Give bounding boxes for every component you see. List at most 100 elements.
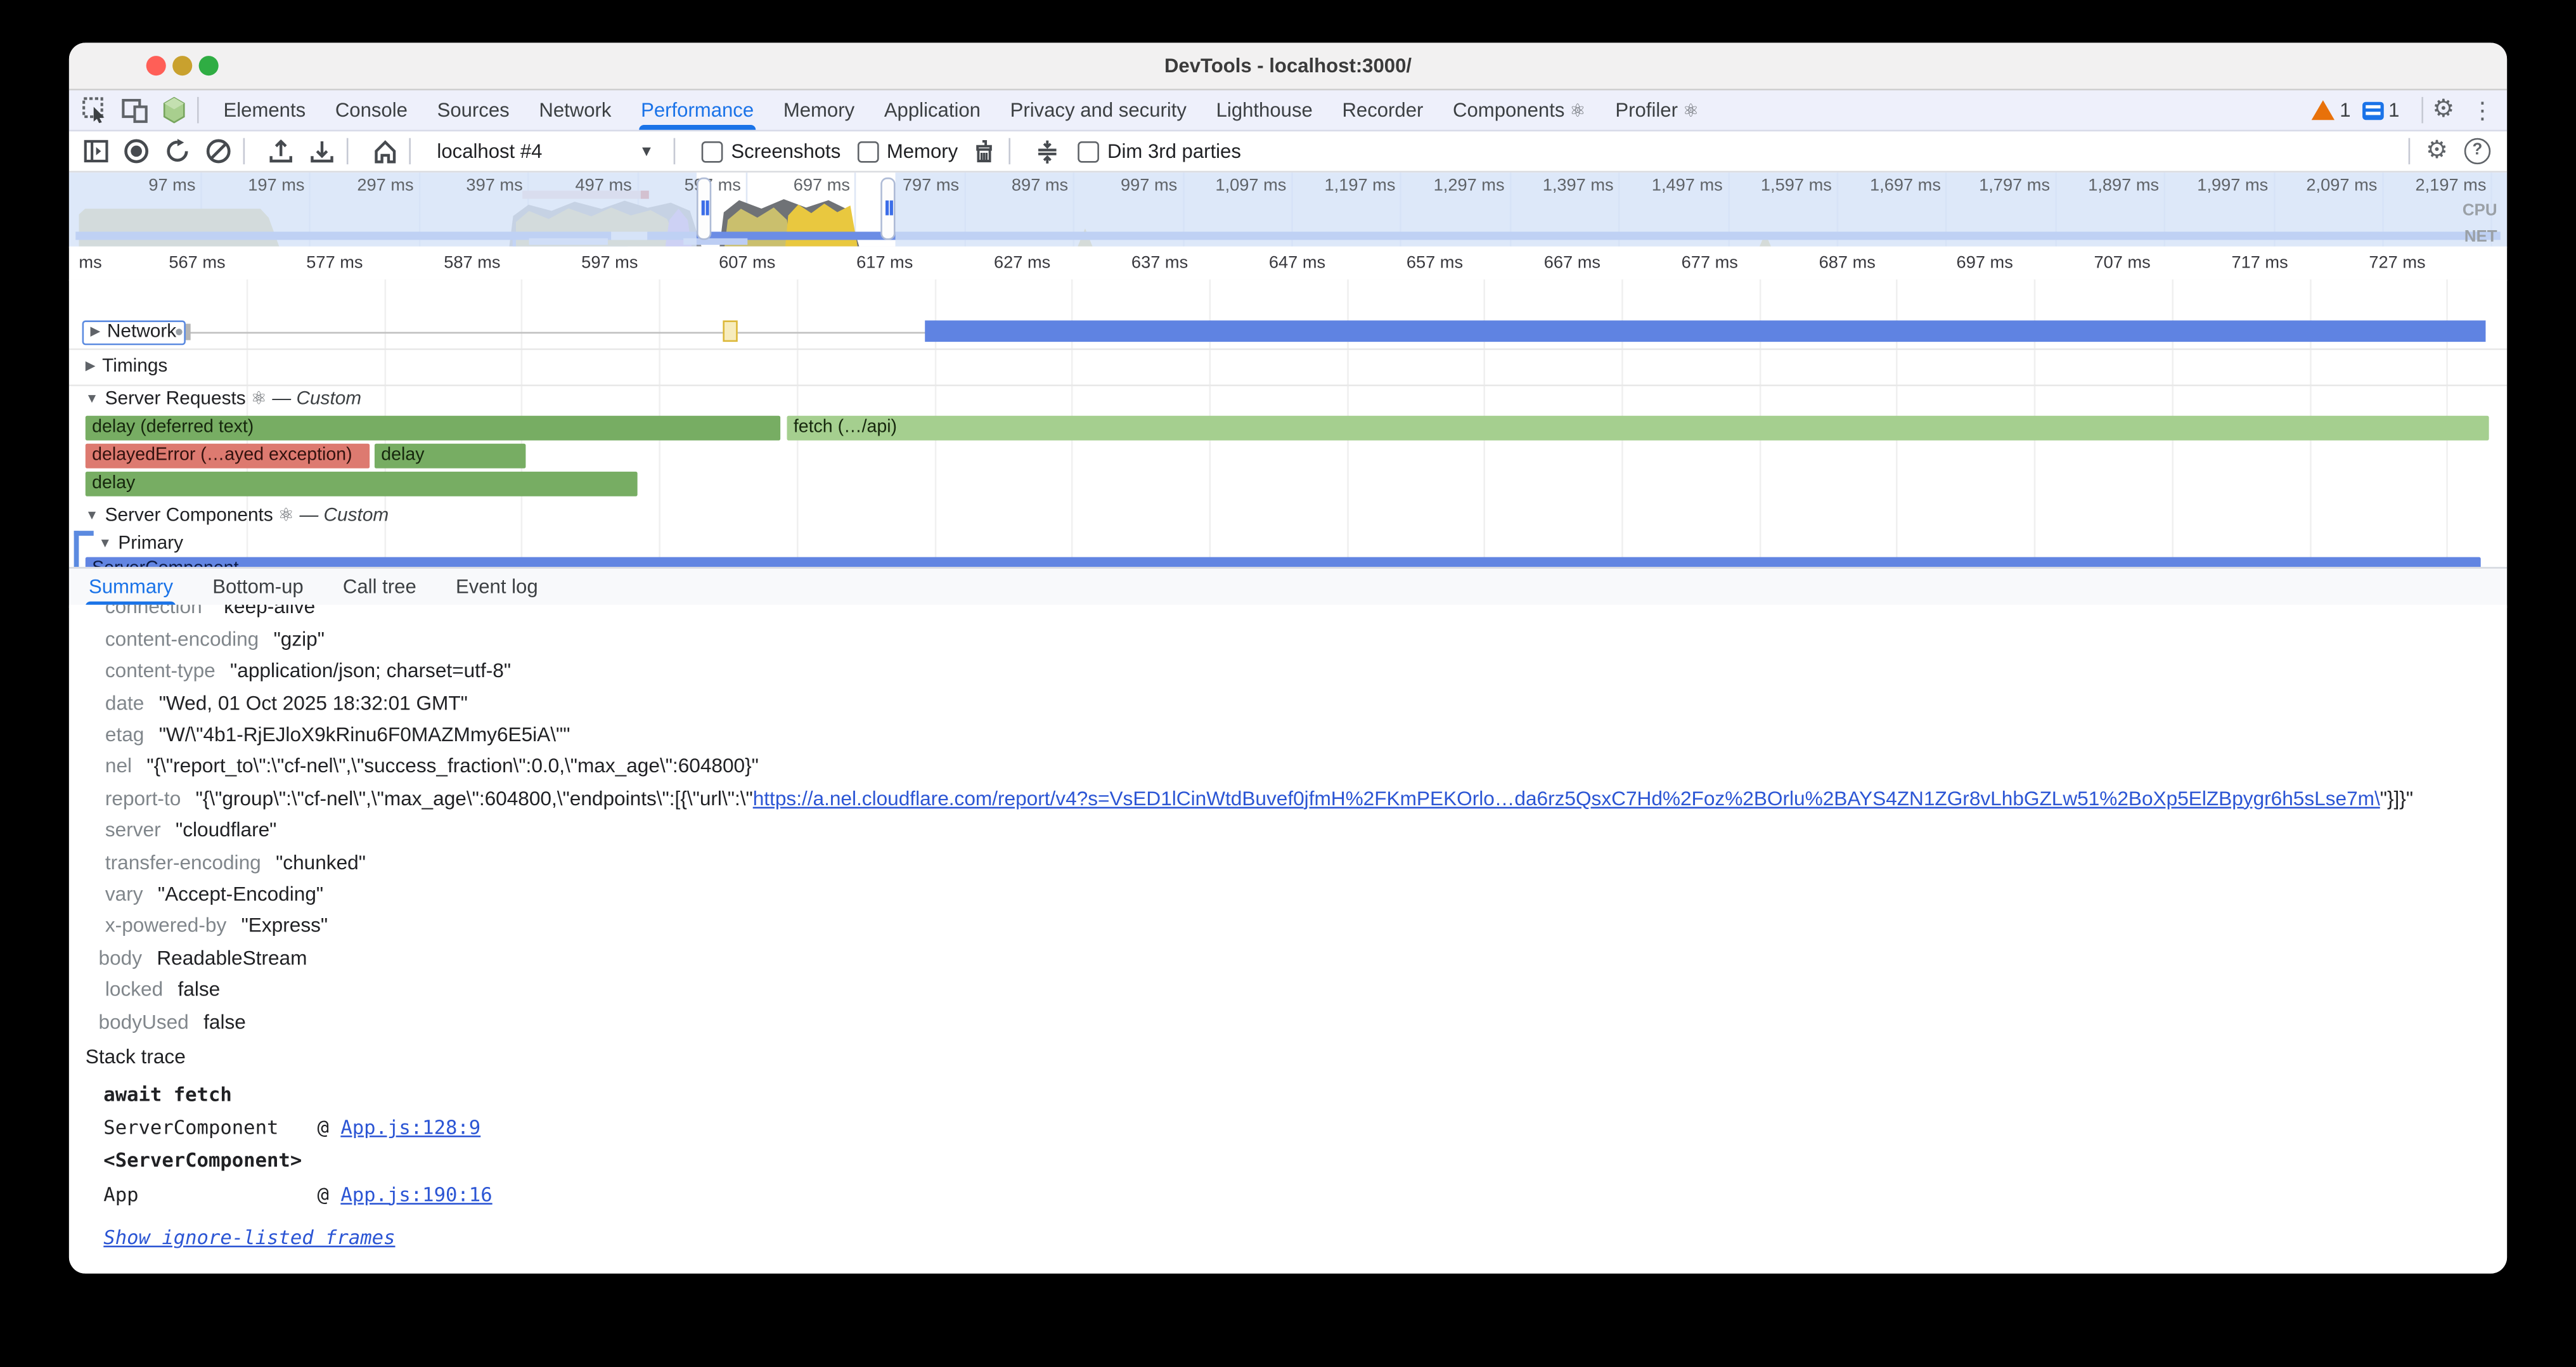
record-button[interactable]: [122, 138, 151, 164]
toggle-sidebar-icon[interactable]: [80, 138, 110, 164]
header-value: ReadableStream: [157, 946, 307, 969]
tab-console[interactable]: Console: [320, 91, 422, 130]
overview-tick-label: 997 ms: [1121, 176, 1177, 195]
settings-gear-icon[interactable]: ⚙: [2432, 97, 2454, 123]
primary-thread-label[interactable]: ▼Primary: [99, 534, 184, 554]
header-key: content-type: [105, 659, 216, 682]
stack-frame: await fetch: [103, 1078, 306, 1111]
details-tab-event-log[interactable]: Event log: [436, 569, 558, 607]
overview-tick-label: 1,997 ms: [2197, 176, 2268, 195]
disclosure-triangle-icon[interactable]: ▶: [91, 324, 101, 339]
dim-3rd-parties-checkbox[interactable]: [1078, 141, 1099, 162]
toolbar-right: ⚙ ?: [2398, 138, 2507, 164]
header-key: server: [105, 819, 161, 841]
details-tab-summary[interactable]: Summary: [69, 569, 193, 607]
tab-privacy-and-security[interactable]: Privacy and security: [995, 91, 1201, 130]
record-and-reload-button[interactable]: [163, 138, 193, 164]
tab-recorder[interactable]: Recorder: [1327, 91, 1438, 130]
network-request-yellow[interactable]: [723, 320, 737, 342]
memory-checkbox[interactable]: [857, 141, 879, 162]
flame-bar-fetch[interactable]: fetch (…/api): [787, 416, 2489, 441]
header-key: nel: [105, 755, 132, 777]
details-tab-call-tree[interactable]: Call tree: [323, 569, 436, 607]
flame-bar-delay[interactable]: delay: [86, 472, 638, 496]
flame-bar-delay-deferred[interactable]: delay (deferred text): [86, 416, 780, 441]
header-key: connection: [105, 605, 202, 619]
network-track-label[interactable]: ▶Network: [82, 320, 186, 345]
details-tab-bar: SummaryBottom-upCall treeEvent log: [69, 567, 2507, 608]
overview-tick-label: 2,197 ms: [2415, 176, 2486, 195]
flame-bar-server-component[interactable]: ServerComponent: [86, 557, 2481, 567]
screenshots-checkbox[interactable]: [702, 141, 723, 162]
server-requests-track-label[interactable]: ▼Server Requests⚛ — Custom: [86, 388, 361, 410]
warning-icon[interactable]: [2312, 100, 2334, 120]
message-count[interactable]: 1: [2388, 99, 2399, 122]
header-key: content-encoding: [105, 627, 259, 650]
warning-count[interactable]: 1: [2340, 99, 2350, 122]
show-ignore-listed-frames-link[interactable]: Show ignore-listed frames: [103, 1226, 395, 1249]
overview-left-handle[interactable]: [697, 178, 711, 240]
save-profile-icon[interactable]: [307, 138, 337, 164]
custom-track-suffix: — Custom: [299, 506, 389, 526]
stack-trace-title: Stack trace: [86, 1045, 186, 1068]
tab-application[interactable]: Application: [869, 91, 995, 130]
toolbar-divider: [1009, 138, 1011, 164]
tab-elements[interactable]: Elements: [209, 91, 320, 130]
header-value: "keep-alive": [217, 605, 322, 619]
collapse-icon[interactable]: [1032, 138, 1062, 164]
disclosure-triangle-icon[interactable]: ▼: [86, 391, 99, 406]
device-toolbar-icon[interactable]: [122, 97, 148, 123]
network-request-blue[interactable]: [925, 320, 2485, 342]
tab-performance[interactable]: Performance: [626, 91, 769, 130]
disclosure-triangle-icon[interactable]: ▼: [99, 536, 112, 550]
stack-frame-function: App: [103, 1177, 306, 1210]
clear-button[interactable]: [203, 138, 233, 164]
ruler-tick-label: 567 ms: [169, 253, 225, 273]
header-row-body: bodyReadableStream: [69, 943, 2507, 975]
inspect-element-icon[interactable]: [82, 97, 108, 123]
performance-toolbar: localhost #4 ▼ Screenshots Memory Dim 3r…: [69, 131, 2507, 172]
tab-network[interactable]: Network: [524, 91, 626, 130]
tab-components[interactable]: Components⚛: [1438, 91, 1600, 130]
tab-sources[interactable]: Sources: [422, 91, 524, 130]
tab-profiler[interactable]: Profiler⚛: [1600, 91, 1714, 130]
stack-frame-location-link[interactable]: App.js:128:9: [340, 1116, 480, 1139]
header-row-bodyUsed: bodyUsedfalse: [69, 1007, 2507, 1039]
stack-frame: <ServerComponent>: [103, 1144, 306, 1177]
load-profile-icon[interactable]: [266, 138, 296, 164]
server-components-track-label[interactable]: ▼Server Components⚛ — Custom: [86, 505, 389, 526]
overview-tick-label: 1,397 ms: [1543, 176, 1614, 195]
garbage-collect-icon[interactable]: [969, 138, 999, 164]
timeline-overview[interactable]: 97 ms197 ms297 ms397 ms497 ms597 ms697 m…: [69, 172, 2507, 248]
header-value: "}]}": [2380, 787, 2413, 810]
tab-memory[interactable]: Memory: [768, 91, 869, 130]
header-row-etag: etag"W/\"4b1-RjEJloX9kRinu6F0MAZMmy6E5iA…: [69, 720, 2507, 751]
toolbar-divider: [2407, 138, 2409, 164]
title-bar: DevTools - localhost:3000/: [69, 42, 2507, 90]
header-value: "Express": [242, 914, 328, 937]
stack-frame-location-link[interactable]: App.js:190:16: [340, 1182, 492, 1205]
panel-tabs: ElementsConsoleSourcesNetworkPerformance…: [209, 91, 1713, 130]
flame-chart[interactable]: ▶Network ▶Timings ▼Server Requests⚛ — Cu…: [69, 280, 2507, 567]
overview-tick-label: 1,097 ms: [1215, 176, 1286, 195]
tab-lighthouse[interactable]: Lighthouse: [1201, 91, 1327, 130]
timings-track-label[interactable]: ▶Timings: [86, 356, 168, 376]
help-icon[interactable]: ?: [2464, 138, 2490, 164]
overview-tick-label: 2,097 ms: [2306, 176, 2377, 195]
disclosure-triangle-icon[interactable]: ▶: [86, 358, 96, 373]
capture-settings-gear-icon[interactable]: ⚙: [2426, 138, 2448, 164]
flame-bar-delayed-error[interactable]: delayedError (…ayed exception): [86, 444, 370, 469]
messages-icon[interactable]: [2362, 101, 2384, 119]
header-row-locked: lockedfalse: [69, 975, 2507, 1006]
disclosure-triangle-icon[interactable]: ▼: [86, 508, 99, 522]
overview-tick-label: 1,497 ms: [1652, 176, 1723, 195]
history-dropdown[interactable]: localhost #4 ▼: [437, 139, 654, 162]
flame-bar-delay[interactable]: delay: [375, 444, 525, 469]
details-tab-bottom-up[interactable]: Bottom-up: [193, 569, 323, 607]
header-value-link[interactable]: https://a.nel.cloudflare.com/report/v4?s…: [753, 787, 2380, 810]
more-options-kebab-icon[interactable]: ⋮: [2471, 96, 2494, 124]
header-row-content-encoding: content-encoding"gzip": [69, 624, 2507, 656]
home-icon[interactable]: [370, 138, 399, 164]
overview-right-handle[interactable]: [880, 178, 895, 240]
tabbar-divider: [197, 97, 199, 123]
